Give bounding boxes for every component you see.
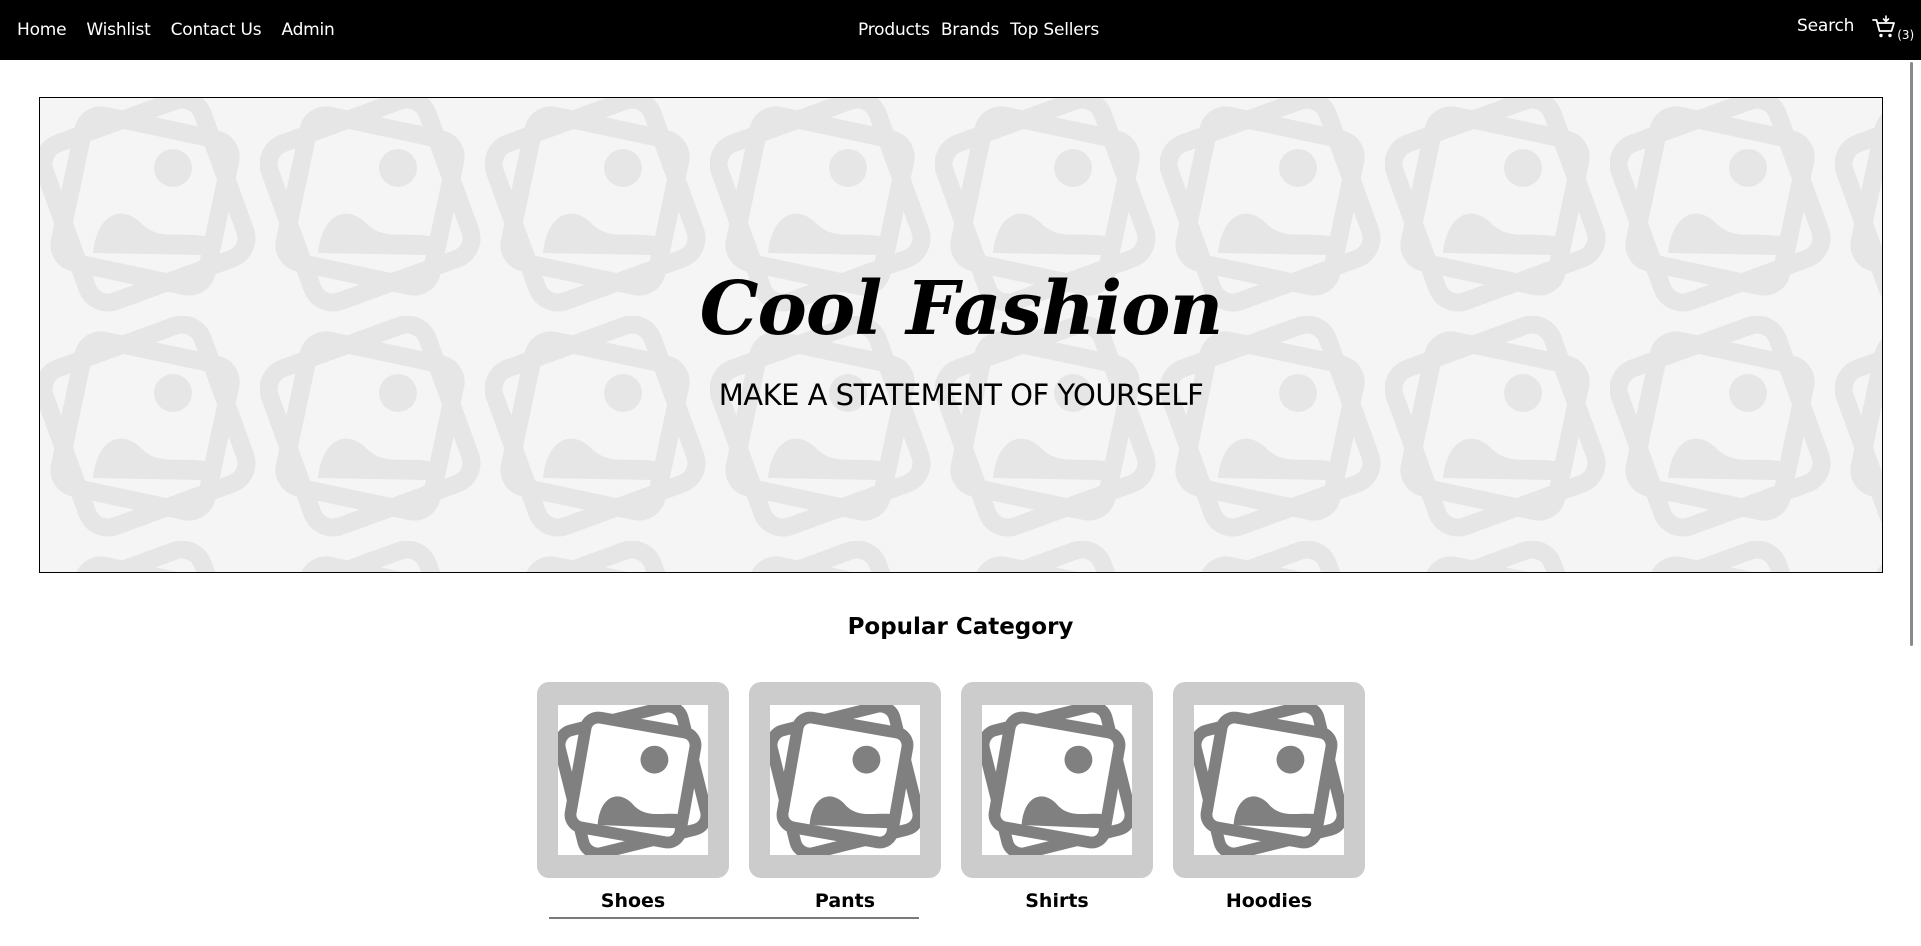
hero-banner: Cool Fashion MAKE A STATEMENT OF YOURSEL… bbox=[39, 97, 1883, 573]
nav-brands-link[interactable]: Brands bbox=[941, 20, 999, 40]
cart-icon bbox=[1872, 14, 1896, 39]
section-title: Popular Category bbox=[847, 614, 1074, 640]
nav-home-link[interactable]: Home bbox=[17, 20, 67, 40]
category-label[interactable]: Shoes bbox=[537, 890, 729, 912]
category-thumbnail bbox=[537, 682, 729, 878]
hero-title: Cool Fashion bbox=[699, 266, 1224, 352]
nav-center-links: Products Brands Top Sellers bbox=[858, 0, 1099, 60]
category-list: Shoes Pants Shirts Hoodies bbox=[537, 682, 1365, 912]
nav-wishlist-link[interactable]: Wishlist bbox=[86, 20, 150, 40]
category-card-pants[interactable]: Pants bbox=[749, 682, 941, 912]
category-label[interactable]: Pants bbox=[749, 890, 941, 912]
nav-right-actions: Search (3) bbox=[1797, 0, 1914, 60]
category-label[interactable]: Shirts bbox=[961, 890, 1153, 912]
nav-search-link[interactable]: Search bbox=[1797, 16, 1854, 36]
category-underline-divider bbox=[549, 917, 919, 919]
vertical-scrollbar[interactable] bbox=[1905, 60, 1921, 946]
image-placeholder-icon bbox=[1194, 705, 1344, 855]
nav-admin-link[interactable]: Admin bbox=[281, 20, 334, 40]
nav-products-link[interactable]: Products bbox=[858, 20, 930, 40]
hero-subtitle: MAKE A STATEMENT OF YOURSELF bbox=[718, 378, 1204, 412]
nav-top-sellers-link[interactable]: Top Sellers bbox=[1010, 20, 1099, 40]
image-placeholder-icon bbox=[558, 705, 708, 855]
nav-left-links: Home Wishlist Contact Us Admin bbox=[17, 0, 335, 60]
image-placeholder-icon bbox=[770, 705, 920, 855]
category-thumbnail bbox=[961, 682, 1153, 878]
nav-contact-link[interactable]: Contact Us bbox=[171, 20, 262, 40]
top-navigation-bar: Home Wishlist Contact Us Admin Products … bbox=[0, 0, 1921, 60]
category-label[interactable]: Hoodies bbox=[1173, 890, 1365, 912]
category-thumbnail bbox=[1173, 682, 1365, 878]
category-card-hoodies[interactable]: Hoodies bbox=[1173, 682, 1365, 912]
image-placeholder-icon bbox=[982, 705, 1132, 855]
cart-count-badge: (3) bbox=[1897, 27, 1915, 42]
category-thumbnail bbox=[749, 682, 941, 878]
scrollbar-thumb[interactable] bbox=[1910, 62, 1913, 646]
category-card-shirts[interactable]: Shirts bbox=[961, 682, 1153, 912]
category-card-shoes[interactable]: Shoes bbox=[537, 682, 729, 912]
cart-button[interactable]: (3) bbox=[1872, 14, 1915, 42]
